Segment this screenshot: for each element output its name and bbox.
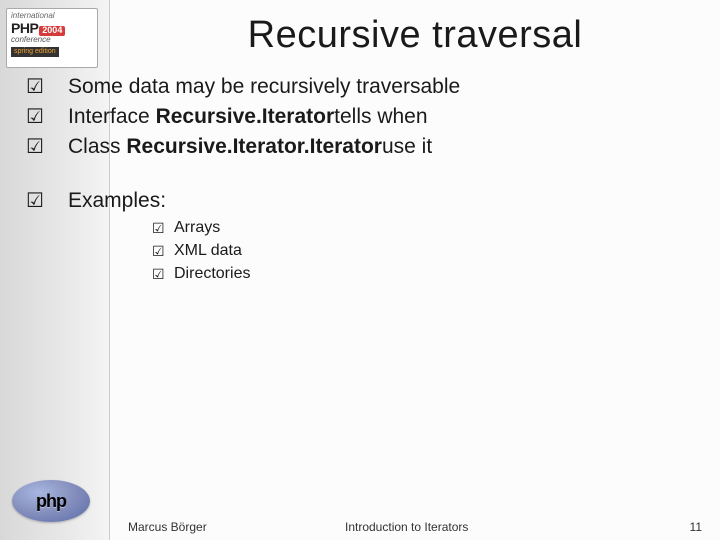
bullet-3-text: Class Recursive.Iterator.Iteratoruse it	[68, 133, 432, 161]
bullet-3-post: use it	[382, 135, 432, 158]
example-item-1: ☑ Arrays	[152, 217, 710, 239]
bullet-2: ☑ Interface Recursive.Iteratortells when	[110, 103, 710, 131]
footer-page-number: 11	[690, 520, 702, 534]
check-icon: ☑	[152, 263, 174, 285]
conference-logo: international PHP2004 conference spring …	[6, 8, 98, 68]
bullet-2-text: Interface Recursive.Iteratortells when	[68, 103, 428, 131]
slide-content: Recursive traversal ☑ Some data may be r…	[110, 0, 720, 540]
logo-php: PHP	[11, 20, 38, 36]
bullet-3-pre: Class	[68, 135, 126, 158]
bullet-1: ☑ Some data may be recursively traversab…	[110, 73, 710, 101]
check-icon: ☑	[26, 133, 56, 161]
bullet-examples: ☑ Examples:	[110, 187, 710, 215]
example-1-text: Arrays	[174, 217, 220, 239]
example-3-text: Directories	[174, 263, 250, 285]
footer: Marcus Börger Introduction to Iterators …	[0, 514, 720, 540]
bullet-2-post: tells when	[334, 105, 427, 128]
footer-author: Marcus Börger	[128, 520, 207, 534]
logo-php-row: PHP2004	[11, 21, 93, 36]
bullet-1-text: Some data may be recursively traversable	[68, 73, 460, 101]
check-icon: ☑	[152, 240, 174, 262]
footer-topic: Introduction to Iterators	[345, 520, 468, 534]
examples-label: Examples:	[68, 187, 166, 215]
slide-title: Recursive traversal	[110, 0, 720, 67]
bullet-3: ☑ Class Recursive.Iterator.Iteratoruse i…	[110, 133, 710, 161]
example-2-text: XML data	[174, 240, 242, 262]
examples-list: ☑ Arrays ☑ XML data ☑ Directories	[152, 217, 710, 285]
logo-conference: conference	[11, 36, 93, 45]
bullet-1-pre: Some data may be recursively traversable	[68, 75, 460, 98]
bullet-3-bold: Recursive.Iterator.Iterator	[126, 135, 382, 158]
bullet-2-bold: Recursive.Iterator	[156, 105, 335, 128]
bullet-2-pre: Interface	[68, 105, 156, 128]
check-icon: ☑	[152, 217, 174, 239]
logo-edition: spring edition	[11, 47, 59, 57]
slide-body: ☑ Some data may be recursively traversab…	[110, 67, 720, 285]
check-icon: ☑	[26, 187, 56, 215]
php-logo-text: php	[36, 491, 66, 512]
example-item-3: ☑ Directories	[152, 263, 710, 285]
example-item-2: ☑ XML data	[152, 240, 710, 262]
check-icon: ☑	[26, 73, 56, 101]
check-icon: ☑	[26, 103, 56, 131]
